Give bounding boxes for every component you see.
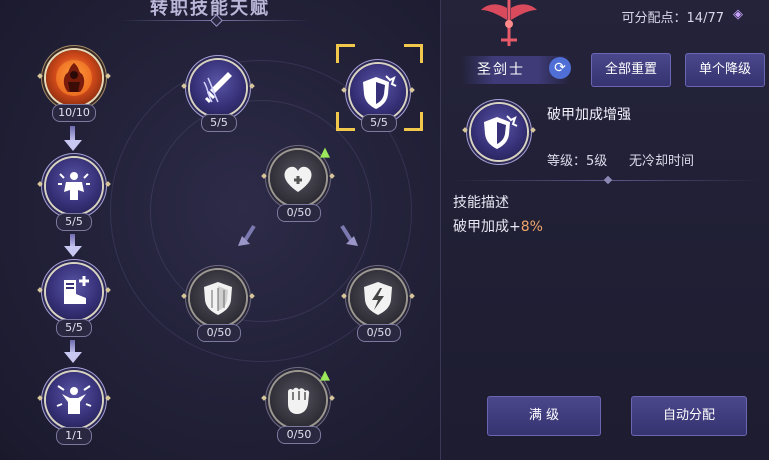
shield-icon (204, 282, 232, 315)
skill-cooldown: 无冷却时间 (629, 154, 695, 169)
page-title: 转职技能天赋 (150, 0, 270, 19)
sword-slash-icon (203, 72, 232, 104)
shield-crack-icon (363, 75, 397, 109)
points-value: 14/77 (686, 11, 724, 26)
decor-ring-inner (150, 100, 372, 322)
upgrade-arrow-icon: ▲ (320, 145, 330, 160)
talent-node-power-surge[interactable] (37, 158, 111, 214)
arrow-down-icon (64, 246, 82, 257)
selection-corner (404, 112, 423, 131)
talent-level-hero: 10/10 (52, 104, 96, 122)
talent-level-power-surge: 5/5 (56, 213, 92, 231)
talent-node-shield[interactable] (181, 270, 255, 326)
talent-node-shield-bolt[interactable] (341, 270, 415, 326)
talent-level-slash: 5/5 (201, 114, 237, 132)
talent-level-heart: 0/50 (277, 204, 321, 222)
upgrade-arrow-icon: ▲ (320, 368, 330, 383)
power-figure-icon (58, 172, 90, 200)
heart-plus-icon (284, 166, 312, 192)
winged-sword-emblem-icon (479, 0, 539, 50)
selection-corner (336, 44, 355, 63)
reset-all-button[interactable]: 全部重置 (591, 53, 671, 87)
swap-icon[interactable]: ⟳ (549, 57, 571, 79)
flaming-hero-icon (56, 60, 92, 96)
crystal-icon: ◈ (733, 7, 743, 22)
class-name: 圣剑士 (477, 62, 525, 78)
max-level-button[interactable]: 满 级 (487, 396, 601, 436)
skill-name: 破甲加成增强 (547, 107, 631, 123)
talent-node-slash[interactable] (181, 60, 255, 116)
selection-corner (336, 112, 355, 131)
arrow-down-icon (64, 352, 82, 363)
selection-corner (404, 44, 423, 63)
talent-level-boots: 5/5 (56, 319, 92, 337)
burst-figure-icon (56, 385, 92, 414)
description-header: 技能描述 (453, 195, 509, 211)
description-value: 8% (520, 219, 543, 235)
arrow-down-left-icon (238, 224, 258, 248)
boots-plus-icon (64, 276, 89, 304)
talent-level-burst: 1/1 (56, 427, 92, 445)
talent-node-fist[interactable] (261, 372, 335, 428)
talent-node-hero[interactable] (37, 50, 111, 106)
description-text: 破甲加成+8% (453, 216, 543, 236)
shield-bolt-icon (364, 282, 392, 315)
talent-level-armor-break: 5/5 (361, 114, 397, 132)
talent-level-shield-bolt: 0/50 (357, 324, 401, 342)
divider-ornament (603, 175, 613, 185)
talent-node-boots[interactable] (37, 264, 111, 320)
talent-node-armor-break[interactable] (341, 64, 415, 120)
points-label: 可分配点： (621, 11, 687, 26)
talent-level-shield: 0/50 (197, 324, 241, 342)
talent-node-heart[interactable] (261, 150, 335, 206)
arrow-down-right-icon (338, 224, 358, 248)
description-prefix: 破甲加成+ (453, 219, 521, 235)
auto-assign-button[interactable]: 自动分配 (631, 396, 747, 436)
downgrade-one-button[interactable]: 单个降级 (685, 53, 765, 87)
talent-node-burst[interactable] (37, 372, 111, 428)
talent-tree-panel: 转职技能天赋 10/10 5/5 5/5 1/1 5/5 0/50 ▲ 0/50… (0, 0, 440, 460)
selected-skill-icon (462, 104, 536, 160)
shield-crack-icon (484, 115, 518, 149)
skill-level: 等级：5级 (547, 154, 608, 169)
talent-level-fist: 0/50 (277, 426, 321, 444)
fist-icon (288, 387, 310, 414)
arrow-down-icon (64, 140, 82, 151)
skill-detail-panel: 可分配点：14/77 ◈ 圣剑士 ⟳ 全部重置 单个降级 破甲加成增强 等级：5… (440, 0, 769, 460)
